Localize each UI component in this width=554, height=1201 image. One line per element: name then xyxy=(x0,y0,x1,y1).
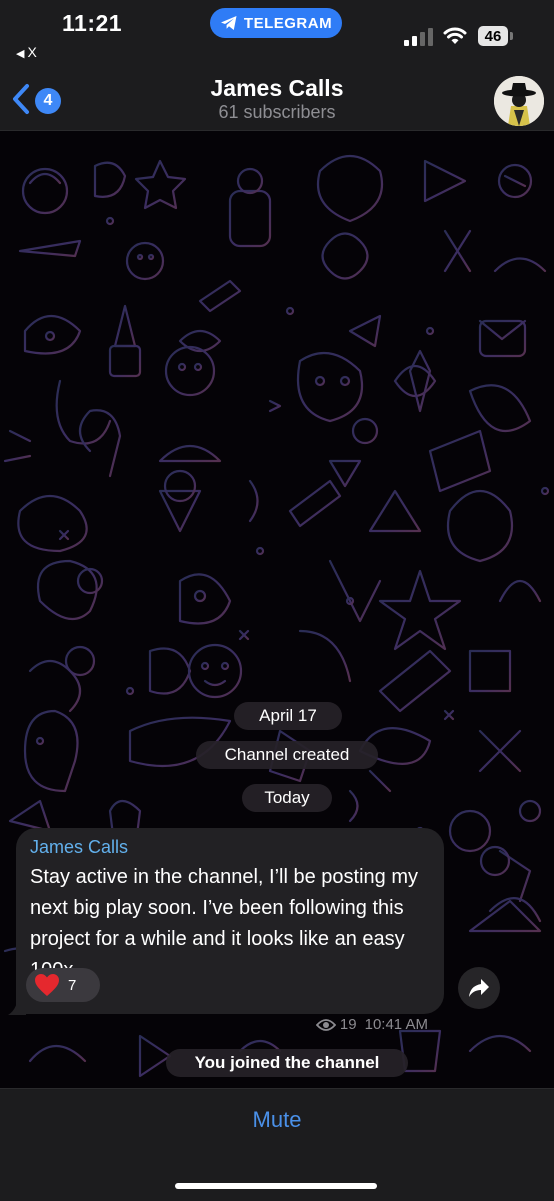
share-button[interactable] xyxy=(458,967,500,1009)
channel-header: 4 James Calls 61 subscribers xyxy=(0,72,554,131)
back-triangle-icon: ◀ xyxy=(16,48,25,60)
service-message-you-joined: You joined the channel xyxy=(166,1049,408,1077)
heart-icon xyxy=(35,974,59,996)
share-arrow-icon xyxy=(469,979,489,997)
date-separator-april-17: April 17 xyxy=(234,702,342,730)
chat-area[interactable]: April 17 Channel created Today James Cal… xyxy=(0,131,554,1088)
bottom-bar: Mute xyxy=(0,1088,554,1201)
post-author[interactable]: James Calls xyxy=(30,837,128,858)
telegram-pill[interactable]: TELEGRAM xyxy=(210,8,342,38)
battery-level: 46 xyxy=(484,27,502,45)
reaction-heart-button[interactable]: 7 xyxy=(26,968,100,1002)
channel-avatar[interactable] xyxy=(494,76,544,126)
service-message-channel-created: Channel created xyxy=(196,741,378,769)
channel-title[interactable]: James Calls xyxy=(0,75,554,102)
cellular-signal-icon xyxy=(404,28,433,46)
subscriber-count: 61 subscribers xyxy=(218,102,336,122)
status-time: 11:21 xyxy=(62,10,123,36)
eye-icon xyxy=(315,1018,336,1031)
back-to-app-link[interactable]: ◀ X xyxy=(16,44,37,60)
channel-post-bubble[interactable]: James Calls Stay active in the channel, … xyxy=(16,828,444,1033)
wifi-icon xyxy=(443,27,467,44)
battery-tip xyxy=(510,32,513,40)
home-indicator[interactable] xyxy=(175,1183,377,1189)
date-separator-today: Today xyxy=(242,784,332,812)
telegram-plane-icon xyxy=(220,16,237,30)
post-text: Stay active in the channel, I’ll be post… xyxy=(30,866,418,981)
post-time: 10:41 AM xyxy=(364,1016,428,1033)
reaction-count: 7 xyxy=(68,976,77,994)
post-meta: 19 10:41 AM xyxy=(315,1016,428,1033)
avatar-figure-icon xyxy=(494,76,544,126)
back-app-label: X xyxy=(27,44,37,60)
status-bar: 11:21 ◀ X TELEGRAM 46 xyxy=(0,0,554,72)
view-count: 19 xyxy=(339,1016,357,1033)
mute-button[interactable]: Mute xyxy=(0,1107,554,1133)
battery-indicator: 46 xyxy=(478,26,508,46)
telegram-pill-label: TELEGRAM xyxy=(243,14,333,32)
